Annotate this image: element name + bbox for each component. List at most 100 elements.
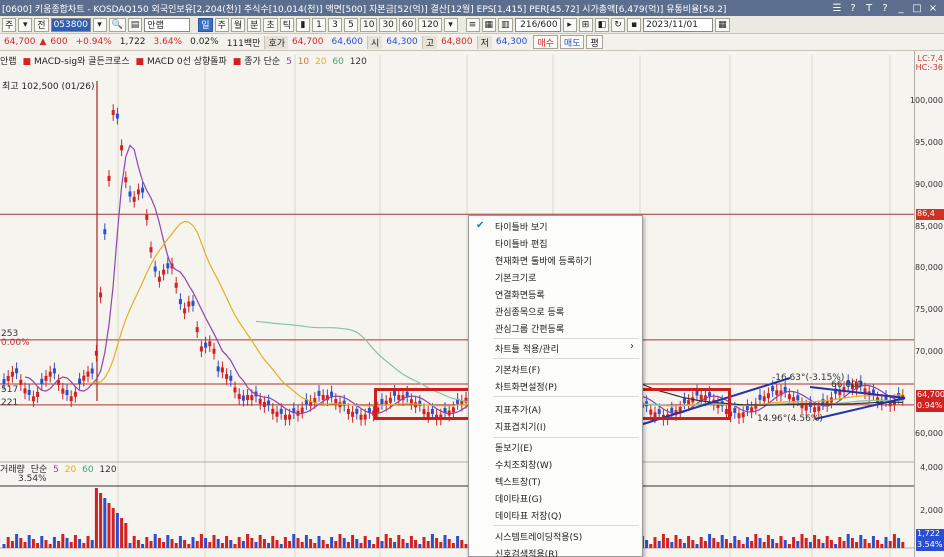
volume-bar <box>901 542 905 548</box>
candle-body <box>208 341 212 347</box>
candle-body <box>120 145 124 151</box>
vol-y-tick: 2,000 <box>920 506 943 515</box>
volume-bar <box>199 534 203 548</box>
volume-bar <box>447 539 451 548</box>
menu-item-chart-settings[interactable]: 차트화면설정(P) <box>469 378 642 394</box>
volume-bar <box>132 536 136 548</box>
menu-item-signal-search[interactable]: 신호검색적용(R) <box>469 545 642 557</box>
sell-button[interactable]: 매도 <box>559 35 585 49</box>
interval-button-120[interactable]: 120 <box>418 17 442 32</box>
count-input[interactable]: 216/600 <box>514 17 561 32</box>
menu-item-overlay-indicator[interactable]: 지표겹치기(I) <box>469 418 642 434</box>
zoom-icon[interactable]: ⊞ <box>578 17 593 32</box>
settings-icon[interactable]: ▮ <box>295 17 310 32</box>
menu-item-link-screen[interactable]: 연결화면등록 <box>469 286 642 302</box>
volume-bar <box>283 537 287 548</box>
mode-button[interactable]: 주 <box>2 17 17 32</box>
list-icon[interactable]: ≡ <box>465 17 480 32</box>
font-icon[interactable]: T <box>864 3 874 14</box>
volume-bar <box>796 541 800 548</box>
search-icon[interactable]: 🔍 <box>108 17 126 32</box>
maximize-button[interactable]: □ <box>912 3 922 14</box>
menu-item-save-data-table[interactable]: 데이타표 저장(Q) <box>469 507 642 523</box>
stock-code-input[interactable]: 053800 <box>50 17 91 32</box>
volume-bar <box>288 541 292 548</box>
menu-item-quick-group[interactable]: 관심그룹 간편등록 <box>469 320 642 336</box>
period-button-second[interactable]: 초 <box>263 17 278 32</box>
menu-item-register-toolbar[interactable]: 현재화면 툴바에 등록하기 <box>469 252 642 268</box>
volume-bar <box>136 540 140 548</box>
menu-item-edit-titlebar[interactable]: 타이틀바 편집 <box>469 235 642 251</box>
volume-bar <box>36 543 40 548</box>
price-chart[interactable] <box>0 51 914 557</box>
price-y-axis[interactable]: LC:7,4 HC:-36 100,000 95,000 90,000 85,0… <box>910 51 944 557</box>
date-input[interactable]: 2023/11/01 <box>643 17 714 32</box>
other-button[interactable]: 평 <box>586 35 603 49</box>
info-icon[interactable]: ? <box>880 3 890 14</box>
ma-5-label: 5 <box>286 57 292 67</box>
candle-body <box>82 375 86 381</box>
code-dropdown-icon[interactable]: ▾ <box>92 17 107 32</box>
buy-button[interactable]: 매수 <box>533 35 558 49</box>
legend-item: ■ <box>135 57 145 67</box>
volume-bar <box>212 535 216 548</box>
interval-button-5[interactable]: 5 <box>343 17 358 32</box>
expand-icon[interactable]: ▸ <box>562 17 577 32</box>
candle-body <box>741 412 745 418</box>
menu-item-data-table[interactable]: 데이타표(G) <box>469 490 642 506</box>
interval-button-10[interactable]: 10 <box>359 17 378 32</box>
dropdown-icon[interactable]: ▾ <box>18 17 33 32</box>
interval-button-3[interactable]: 3 <box>327 17 342 32</box>
minimize-button[interactable]: _ <box>896 3 906 14</box>
candle-body <box>115 113 119 119</box>
candle-body <box>31 396 35 402</box>
high-label: 고 <box>421 35 438 49</box>
help-icon[interactable]: ? <box>848 3 858 14</box>
menu-item-text-window[interactable]: 텍스트창(T) <box>469 473 642 489</box>
volume-bar <box>758 538 762 548</box>
volume-bar <box>220 543 224 548</box>
volume-bar <box>687 536 691 548</box>
trendline-annotation-2: 14.96°(4.56%) <box>757 414 823 424</box>
context-menu: ✔ 타이틀바 보기 타이틀바 편집 현재화면 툴바에 등록하기 기본크기로 연결화… <box>468 215 643 557</box>
menu-icon[interactable]: ☰ <box>832 3 842 14</box>
volume-bar <box>884 537 888 548</box>
candle-body <box>149 247 153 253</box>
menu-item-magnifier[interactable]: 돋보기(E) <box>469 439 642 455</box>
candle-body <box>813 407 817 413</box>
menu-item-show-titlebar[interactable]: ✔ 타이틀바 보기 <box>469 218 642 234</box>
window-title: [0600] 키움종합차트 - KOSDAQ150 외국인보유[2,204(천)… <box>2 4 727 15</box>
menu-item-basic-chart[interactable]: 기본차트(F) <box>469 361 642 377</box>
period-button-day[interactable]: 일 <box>198 17 213 32</box>
period-button-minute[interactable]: 분 <box>247 17 262 32</box>
grid-icon[interactable]: ▦ <box>481 17 497 32</box>
menu-item-chart-template[interactable]: 차트틀 적용/관리 › <box>469 340 642 356</box>
menu-item-add-watchlist[interactable]: 관심종목으로 등록 <box>469 303 642 319</box>
refresh-icon[interactable]: ↻ <box>611 17 626 32</box>
compare-icon[interactable]: ◧ <box>594 17 610 32</box>
volume-bar <box>842 541 846 548</box>
toggle-button[interactable]: 전 <box>34 17 49 32</box>
close-button[interactable]: × <box>928 3 938 14</box>
period-button-tick[interactable]: 틱 <box>279 17 294 32</box>
volume-bar <box>682 543 686 548</box>
chart-type-icon[interactable]: ▥ <box>498 17 513 32</box>
candle-body <box>300 407 304 413</box>
interval-button-30[interactable]: 30 <box>379 17 397 32</box>
period-button-week[interactable]: 주 <box>214 17 229 32</box>
interval-button-1[interactable]: 1 <box>311 17 326 32</box>
new-icon[interactable]: ▤ <box>127 17 143 32</box>
menu-item-system-trading[interactable]: 시스템트레이딩적용(S) <box>469 528 642 544</box>
interval-dropdown-icon[interactable]: ▾ <box>443 17 458 32</box>
period-button-month[interactable]: 월 <box>230 17 246 32</box>
lock-icon[interactable]: ▪ <box>627 17 642 32</box>
volume-bar <box>103 498 107 548</box>
left-label-221: 221 <box>1 398 19 408</box>
menu-item-value-window[interactable]: 수치조회창(W) <box>469 456 642 472</box>
up-arrow-icon: ▲ <box>39 37 47 47</box>
calendar-icon[interactable]: ▦ <box>715 17 730 32</box>
interval-button-60[interactable]: 60 <box>398 17 417 32</box>
menu-item-add-indicator[interactable]: 지표추가(A) <box>469 401 642 417</box>
menu-item-default-size[interactable]: 기본크기로 <box>469 269 642 285</box>
ma-120-label: 120 <box>349 57 367 67</box>
